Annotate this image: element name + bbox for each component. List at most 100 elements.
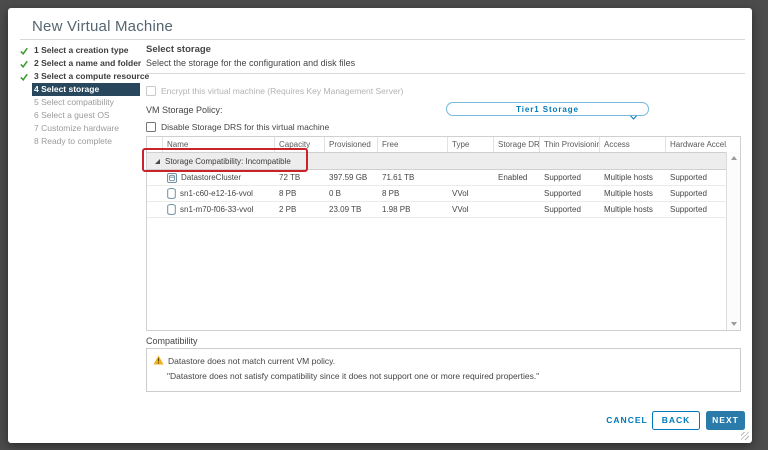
vm-storage-policy-dropdown[interactable]: Tier1 Storage <box>446 102 649 120</box>
screen-backdrop: New Virtual Machine 1 Select a creation … <box>0 0 768 450</box>
cell-provisioned: 397.59 GB <box>329 173 368 182</box>
sidebar-step-6[interactable]: 6 Select a guest OS <box>20 109 140 122</box>
row-selector[interactable] <box>147 186 163 201</box>
step-label: 7 Customize hardware <box>34 123 120 133</box>
encrypt-label: Encrypt this virtual machine (Requires K… <box>161 86 404 96</box>
compatibility-panel: Datastore does not match current VM poli… <box>146 348 741 392</box>
compatibility-warning-title: Datastore does not match current VM poli… <box>168 356 336 366</box>
encrypt-checkbox[interactable] <box>146 86 156 96</box>
new-vm-wizard-dialog: New Virtual Machine 1 Select a creation … <box>8 8 752 443</box>
encrypt-vm-row: Encrypt this virtual machine (Requires K… <box>146 86 403 96</box>
sidebar-step-8[interactable]: 8 Ready to complete <box>20 135 140 148</box>
step-label: 5 Select compatibility <box>34 97 114 107</box>
cell-provisioned: 0 B <box>329 189 342 198</box>
cell-free: 71.61 TB <box>382 173 415 182</box>
datastore-table: Name Capacity Provisioned Free Type Stor… <box>146 136 741 331</box>
page-title: Select storage <box>146 44 211 55</box>
cell-storage-drs <box>494 186 540 201</box>
cell-thin-provisioning: Supported <box>544 173 581 182</box>
step-label: 8 Ready to complete <box>34 136 112 146</box>
row-selector[interactable] <box>147 202 163 217</box>
table-row-vvol-1[interactable]: sn1-c60-e12-16-vvol 8 PB 0 B 8 PB VVol S… <box>147 186 727 202</box>
sidebar-step-2[interactable]: 2 Select a name and folder <box>20 57 142 70</box>
sidebar-step-1[interactable]: 1 Select a creation type <box>20 44 140 57</box>
vm-storage-policy-value: Tier1 Storage <box>516 104 579 114</box>
vm-storage-policy-label: VM Storage Policy: <box>146 105 223 115</box>
cell-capacity: 8 PB <box>279 189 297 198</box>
table-scrollbar[interactable] <box>726 152 740 330</box>
check-icon <box>20 47 32 55</box>
cancel-button[interactable]: CANCEL <box>602 411 652 430</box>
cell-free: 1.98 PB <box>382 205 411 214</box>
cell-storage-drs <box>494 202 540 217</box>
cell-capacity: 72 TB <box>279 173 301 182</box>
table-header: Name Capacity Provisioned Free Type Stor… <box>147 137 727 153</box>
cell-thin-provisioning: Supported <box>544 205 581 214</box>
step-label: 2 Select a name and folder <box>34 58 142 68</box>
sidebar-step-5[interactable]: 5 Select compatibility <box>20 96 140 109</box>
compatibility-label: Compatibility <box>146 336 198 346</box>
datastore-cluster-icon <box>167 172 177 183</box>
content-divider <box>146 73 745 74</box>
check-icon <box>20 73 32 81</box>
cell-access: Multiple hosts <box>604 189 653 198</box>
back-button[interactable]: BACK <box>652 411 700 430</box>
step-label: 4 Select storage <box>32 83 140 96</box>
cell-type: VVol <box>452 189 469 198</box>
selector-column-header <box>147 137 163 152</box>
wizard-steps: 1 Select a creation type 2 Select a name… <box>20 44 149 148</box>
resize-handle[interactable] <box>741 432 749 440</box>
column-header-capacity[interactable]: Capacity <box>275 137 325 152</box>
chevron-down-icon <box>630 107 637 120</box>
cell-hardware-accel: Supported <box>670 173 707 182</box>
column-header-access[interactable]: Access <box>600 137 666 152</box>
table-row-vvol-2[interactable]: sn1-m70-f06-33-vvol 2 PB 23.09 TB 1.98 P… <box>147 202 727 218</box>
page-subtitle: Select the storage for the configuration… <box>146 58 356 68</box>
cell-provisioned: 23.09 TB <box>329 205 362 214</box>
datastore-name: sn1-m70-f06-33-vvol <box>180 205 254 214</box>
cell-access: Multiple hosts <box>604 205 653 214</box>
group-row-label: Storage Compatibility: Incompatible <box>165 156 291 166</box>
column-header-thin-provisioning[interactable]: Thin Provisioning <box>540 137 600 152</box>
scroll-up-icon[interactable] <box>730 156 737 160</box>
row-selector[interactable] <box>147 170 163 185</box>
sidebar-step-4[interactable]: 4 Select storage <box>20 83 140 96</box>
scroll-down-icon[interactable] <box>730 322 737 326</box>
storage-compatibility-group-row[interactable]: Storage Compatibility: Incompatible <box>147 153 727 170</box>
dialog-title: New Virtual Machine <box>32 18 174 35</box>
check-icon <box>20 60 32 68</box>
sidebar-step-3[interactable]: 3 Select a compute resource <box>20 70 149 83</box>
cell-storage-drs: Enabled <box>498 173 528 182</box>
expand-caret-icon[interactable] <box>155 158 160 164</box>
column-header-type[interactable]: Type <box>448 137 494 152</box>
cell-hardware-accel: Supported <box>670 189 707 198</box>
datastore-icon <box>167 188 176 199</box>
sidebar-step-7[interactable]: 7 Customize hardware <box>20 122 140 135</box>
cell-type <box>448 170 494 185</box>
cell-capacity: 2 PB <box>279 205 297 214</box>
cell-hardware-accel: Supported <box>670 205 707 214</box>
datastore-icon <box>167 204 176 215</box>
step-label: 3 Select a compute resource <box>34 71 150 81</box>
datastore-name: DatastoreCluster <box>181 173 242 182</box>
step-label: 6 Select a guest OS <box>34 110 110 120</box>
cell-thin-provisioning: Supported <box>544 189 581 198</box>
step-label: 1 Select a creation type <box>34 45 129 55</box>
cell-type: VVol <box>452 205 469 214</box>
datastore-name: sn1-c60-e12-16-vvol <box>180 189 253 198</box>
disable-drs-label: Disable Storage DRS for this virtual mac… <box>161 122 330 132</box>
table-row-datastore-cluster[interactable]: DatastoreCluster 72 TB 397.59 GB 71.61 T… <box>147 170 727 186</box>
cell-access: Multiple hosts <box>604 173 653 182</box>
column-header-provisioned[interactable]: Provisioned <box>325 137 378 152</box>
column-header-name[interactable]: Name <box>163 137 275 152</box>
column-header-hardware-accel[interactable]: Hardware Accel... <box>666 137 727 152</box>
disable-drs-checkbox[interactable] <box>146 122 156 132</box>
column-header-storage-drs[interactable]: Storage DRS <box>494 137 540 152</box>
disable-drs-row: Disable Storage DRS for this virtual mac… <box>146 122 329 132</box>
cell-free: 8 PB <box>382 189 400 198</box>
title-divider <box>20 39 745 40</box>
warning-icon <box>153 355 164 367</box>
column-header-free[interactable]: Free <box>378 137 448 152</box>
next-button[interactable]: NEXT <box>706 411 745 430</box>
compatibility-warning-detail: "Datastore does not satisfy compatibilit… <box>167 371 540 381</box>
